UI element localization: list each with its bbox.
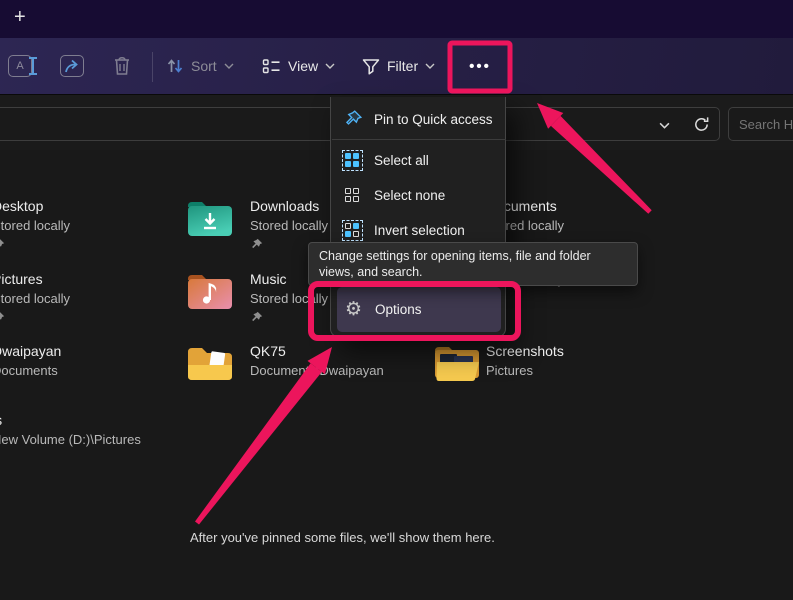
chevron-down-icon bbox=[224, 63, 234, 69]
see-more-icon: ••• bbox=[469, 58, 491, 75]
folder-tile-music[interactable] bbox=[186, 269, 234, 317]
gear-icon: ⚙ bbox=[345, 300, 362, 319]
filter-icon bbox=[362, 58, 380, 75]
menu-item-pin-to-quick-access[interactable]: Pin to Quick access bbox=[331, 101, 507, 137]
folder-tile-qk75-label[interactable]: QK75 Documents\Dwaipayan bbox=[250, 342, 384, 380]
invert-selection-icon bbox=[344, 222, 361, 239]
folder-tile-dwaipayan[interactable]: Dwaipayan Documents bbox=[0, 342, 61, 380]
rename-icon: A bbox=[8, 55, 32, 77]
open-folder-icon bbox=[433, 341, 481, 384]
share-icon bbox=[60, 55, 84, 77]
command-toolbar: A Sort bbox=[0, 38, 793, 95]
filter-button[interactable]: Filter bbox=[362, 38, 435, 94]
menu-separator bbox=[332, 139, 506, 140]
music-folder-icon bbox=[186, 269, 234, 312]
tab-bar: + bbox=[0, 0, 793, 38]
select-all-icon bbox=[344, 152, 361, 169]
share-button[interactable] bbox=[60, 38, 84, 94]
rename-button[interactable]: A bbox=[8, 38, 32, 94]
sort-button[interactable]: Sort bbox=[166, 38, 234, 94]
see-more-menu: Pin to Quick access Select all Select no… bbox=[330, 97, 506, 337]
search-input[interactable] bbox=[729, 108, 793, 140]
pinned-icon bbox=[0, 238, 5, 251]
options-tooltip: Change settings for opening items, file … bbox=[308, 242, 638, 286]
select-none-icon bbox=[344, 187, 361, 204]
folder-with-document-icon bbox=[186, 341, 234, 384]
pin-icon bbox=[344, 110, 362, 128]
toolbar-divider bbox=[152, 52, 153, 82]
menu-item-select-none[interactable]: Select none bbox=[331, 178, 507, 213]
search-box[interactable] bbox=[728, 107, 793, 141]
view-label: View bbox=[288, 58, 318, 74]
refresh-icon[interactable] bbox=[693, 116, 710, 133]
pinned-files-empty-message: After you've pinned some files, we'll sh… bbox=[190, 530, 495, 545]
folder-tile-screenshots[interactable] bbox=[433, 341, 481, 389]
chevron-down-icon bbox=[325, 63, 335, 69]
folder-tile-qk75[interactable] bbox=[186, 341, 234, 389]
file-explorer-window: + A bbox=[0, 0, 793, 600]
view-button[interactable]: View bbox=[262, 38, 335, 94]
folder-tile-screenshots-label[interactable]: Screenshots Pictures bbox=[486, 342, 564, 380]
folder-tile-pictures[interactable]: Pictures Stored locally bbox=[0, 270, 70, 329]
pinned-icon bbox=[250, 311, 263, 324]
sort-label: Sort bbox=[191, 58, 217, 74]
delete-button[interactable] bbox=[112, 38, 132, 94]
chevron-down-icon bbox=[425, 63, 435, 69]
pinned-icon bbox=[0, 311, 5, 324]
filter-label: Filter bbox=[387, 58, 418, 74]
see-more-button[interactable]: ••• bbox=[455, 38, 505, 94]
view-icon bbox=[262, 57, 281, 75]
folder-tile-d-drive[interactable]: ls New Volume (D:)\Pictures bbox=[0, 411, 141, 449]
new-tab-button[interactable]: + bbox=[14, 6, 26, 29]
menu-item-options[interactable]: ⚙ Options bbox=[337, 287, 501, 332]
menu-item-select-all[interactable]: Select all bbox=[331, 143, 507, 178]
folder-tile-desktop[interactable]: Desktop Stored locally bbox=[0, 197, 70, 256]
sort-icon bbox=[166, 57, 184, 75]
folder-tile-downloads[interactable] bbox=[186, 196, 234, 244]
pinned-icon bbox=[250, 238, 263, 251]
trash-icon bbox=[112, 55, 132, 77]
downloads-folder-icon bbox=[186, 196, 234, 239]
address-chevron-down-icon[interactable] bbox=[659, 122, 670, 129]
